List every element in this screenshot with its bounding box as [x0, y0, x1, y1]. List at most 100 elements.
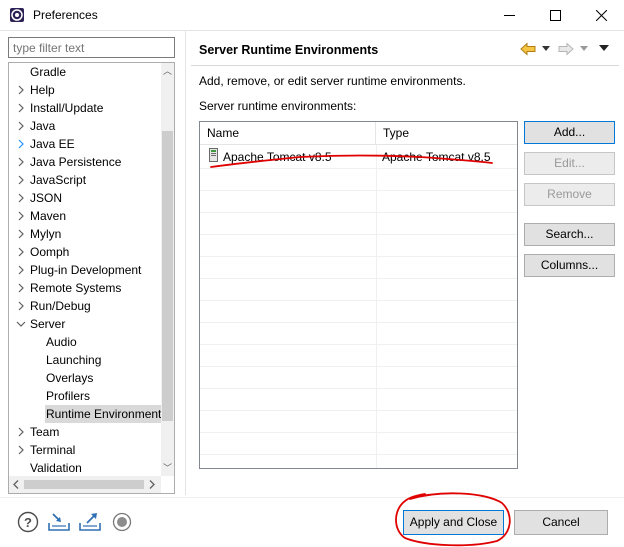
- runtime-type-cell[interactable]: Apache Tomcat v8.5: [382, 148, 491, 166]
- tree-item[interactable]: Server: [9, 315, 161, 333]
- minimize-icon: [503, 14, 515, 16]
- header-separator: [191, 65, 619, 66]
- tree-vertical-scrollbar[interactable]: ︿ ﹀: [161, 63, 174, 476]
- page-title: Server Runtime Environments: [199, 43, 379, 57]
- remove-button[interactable]: Remove: [524, 183, 615, 206]
- tree-item[interactable]: Profilers: [9, 387, 161, 405]
- tree-item[interactable]: Plug-in Development: [9, 261, 161, 279]
- page-description: Add, remove, or edit server runtime envi…: [199, 74, 466, 88]
- help-icon[interactable]: ?: [17, 511, 39, 533]
- tree-item[interactable]: Overlays: [9, 369, 161, 387]
- add-button[interactable]: Add...: [524, 121, 615, 144]
- tree-item-label: Java Persistence: [30, 155, 122, 169]
- tree-collapsed-chevron-icon[interactable]: [16, 427, 26, 437]
- tree-item[interactable]: Java: [9, 117, 161, 135]
- tree-collapsed-chevron-icon[interactable]: [16, 445, 26, 455]
- close-button[interactable]: [578, 0, 624, 30]
- tree-item[interactable]: Java EE: [9, 135, 161, 153]
- maximize-icon: [549, 9, 561, 21]
- import-icon[interactable]: [48, 512, 70, 532]
- tree-item[interactable]: Run/Debug: [9, 297, 161, 315]
- menu-chevron-icon[interactable]: [599, 45, 609, 52]
- tree-item[interactable]: Validation: [9, 459, 161, 477]
- runtime-name-cell[interactable]: Apache Tomcat v8.5: [223, 148, 332, 166]
- tree-item[interactable]: Terminal: [9, 441, 161, 459]
- minimize-button[interactable]: [486, 0, 532, 30]
- tree-item-label: Terminal: [30, 443, 76, 457]
- tree-item[interactable]: Mylyn: [9, 225, 161, 243]
- tree-item[interactable]: JSON: [9, 189, 161, 207]
- tree-item[interactable]: Oomph: [9, 243, 161, 261]
- tree-item[interactable]: Gradle: [9, 63, 161, 81]
- tree-item-label: Overlays: [46, 371, 94, 385]
- table-grid-line: [200, 410, 517, 411]
- tree-item[interactable]: Java Persistence: [9, 153, 161, 171]
- tree-item[interactable]: Help: [9, 81, 161, 99]
- column-header-type[interactable]: Type: [376, 122, 517, 145]
- tree-item-label: Server: [30, 317, 66, 331]
- tree-item-label: Audio: [46, 335, 77, 349]
- tree-item[interactable]: Remote Systems: [9, 279, 161, 297]
- tree-item-label: Install/Update: [30, 101, 104, 115]
- footer-separator: [0, 497, 624, 498]
- back-menu-chevron-icon[interactable]: [542, 46, 550, 52]
- tree-collapsed-chevron-icon[interactable]: [16, 85, 26, 95]
- tree-item[interactable]: Launching: [9, 351, 161, 369]
- tree-item-label: Oomph: [30, 245, 70, 259]
- table-grid-line: [200, 278, 517, 279]
- tree-horizontal-scroll-thumb[interactable]: [24, 480, 144, 489]
- tree-collapsed-chevron-icon[interactable]: [16, 283, 26, 293]
- tree-item-label: JSON: [30, 191, 63, 205]
- tree-item-label: Maven: [30, 209, 67, 223]
- forward-menu-chevron-icon: [580, 46, 588, 51]
- scroll-right-icon[interactable]: [148, 480, 156, 489]
- tree-vertical-scroll-thumb[interactable]: [162, 131, 173, 421]
- tree-item[interactable]: Team: [9, 423, 161, 441]
- eclipse-icon: [10, 8, 24, 22]
- preference-tree[interactable]: Gradle Help Install/Update Java Java EE Java …: [8, 62, 175, 494]
- cancel-button[interactable]: Cancel: [514, 510, 608, 535]
- tree-collapsed-chevron-icon[interactable]: [16, 247, 26, 257]
- scroll-up-icon[interactable]: ︿: [163, 66, 172, 76]
- tree-collapsed-chevron-icon[interactable]: [16, 211, 26, 221]
- tree-collapsed-chevron-icon[interactable]: [16, 265, 26, 275]
- close-icon: [595, 9, 607, 21]
- scroll-down-icon[interactable]: ﹀: [163, 463, 172, 473]
- tree-collapsed-chevron-icon[interactable]: [16, 229, 26, 239]
- tree-collapsed-chevron-icon[interactable]: [16, 175, 26, 185]
- columns-button[interactable]: Columns...: [524, 254, 615, 277]
- tree-collapsed-chevron-icon[interactable]: [16, 157, 26, 167]
- scroll-left-icon[interactable]: [12, 480, 20, 489]
- tree-item[interactable]: Runtime Environments: [9, 405, 167, 423]
- table-grid-line: [200, 454, 517, 455]
- tree-item-label: Mylyn: [30, 227, 62, 241]
- runtime-table[interactable]: Name Type Apache Tomcat v8.5 Apache Tomc…: [199, 121, 518, 469]
- tree-item[interactable]: Audio: [9, 333, 161, 351]
- tree-horizontal-scrollbar[interactable]: [9, 476, 161, 493]
- back-arrow-icon[interactable]: [520, 42, 536, 56]
- maximize-button[interactable]: [532, 0, 578, 30]
- tree-collapsed-chevron-icon[interactable]: [16, 193, 26, 203]
- apply-and-close-button[interactable]: Apply and Close: [403, 510, 504, 535]
- tree-item-label: Runtime Environments: [46, 407, 168, 421]
- forward-arrow-icon: [558, 42, 574, 56]
- pane-divider[interactable]: [185, 31, 186, 495]
- tree-item[interactable]: JavaScript: [9, 171, 161, 189]
- search-button[interactable]: Search...: [524, 223, 615, 246]
- record-icon[interactable]: [112, 512, 132, 532]
- tree-expanded-chevron-icon[interactable]: [16, 319, 26, 329]
- table-grid-line: [200, 256, 517, 257]
- tree-collapsed-chevron-icon[interactable]: [16, 103, 26, 113]
- column-header-name[interactable]: Name: [200, 122, 376, 145]
- table-grid-line: [200, 344, 517, 345]
- tree-collapsed-chevron-icon[interactable]: [16, 139, 26, 149]
- edit-button[interactable]: Edit...: [524, 152, 615, 175]
- filter-input[interactable]: [8, 37, 175, 58]
- tree-item-label: Java EE: [30, 137, 75, 151]
- tree-item-label: Gradle: [30, 65, 67, 79]
- tree-collapsed-chevron-icon[interactable]: [16, 301, 26, 311]
- tree-collapsed-chevron-icon[interactable]: [16, 121, 26, 131]
- export-icon[interactable]: [79, 512, 101, 532]
- tree-item[interactable]: Install/Update: [9, 99, 161, 117]
- tree-item[interactable]: Maven: [9, 207, 161, 225]
